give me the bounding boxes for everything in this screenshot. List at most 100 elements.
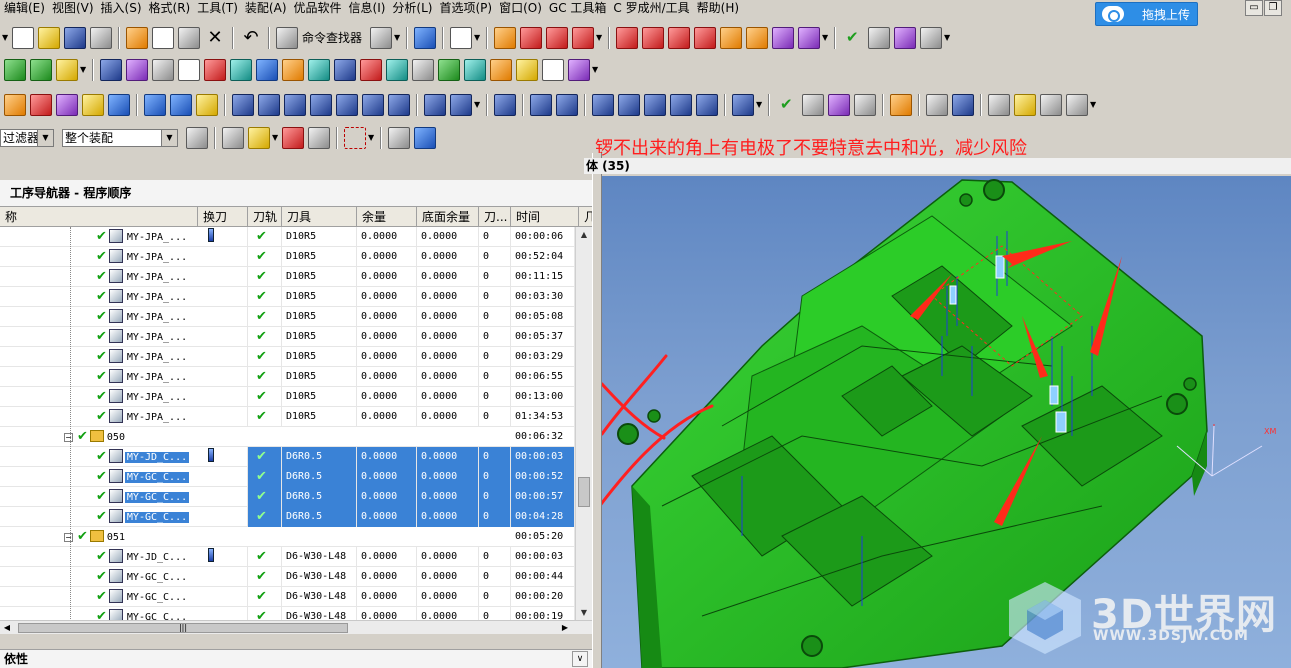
operation-row[interactable]: ✔ MY-JPA_... ✔ D10R5 0.0000 0.0000 0 00:03:29 [0,347,575,367]
verify-path-icon[interactable] [776,94,798,116]
minimize-icon[interactable]: ▭ [1245,0,1263,16]
menu-item-0[interactable]: 编辑(E) [0,0,52,16]
operation-row[interactable]: ✔ MY-JD_C... ✔ D6R0.5 0.0000 0.0000 0 00:00:03 [0,447,575,467]
scroll-up-icon[interactable]: ▲ [576,227,592,243]
chevron-down-icon[interactable]: ▼ [822,27,830,49]
info-tool-icon[interactable] [494,93,516,116]
flag-icon[interactable] [890,93,912,116]
chevron-down-icon[interactable]: ▼ [474,94,482,116]
scroll-left-icon[interactable]: ◀ [0,621,14,635]
drill-icon[interactable] [310,93,332,116]
zlevel-icon[interactable] [258,93,280,116]
vertical-scrollbar[interactable]: ▲ ▼ [575,227,592,620]
operation-row[interactable]: ✔ MY-GC_C... ✔ D6-W30-L48 0.0000 0.0000 0 00:00… [0,587,575,607]
key-icon[interactable] [1014,93,1036,116]
gear-icon[interactable] [732,93,754,116]
planar-mill-icon[interactable] [362,93,384,116]
face-icon[interactable] [490,58,512,81]
mirror-icon[interactable] [542,58,564,81]
program-icon[interactable] [530,93,552,116]
material-icon[interactable] [82,93,104,116]
route-icon[interactable] [370,26,393,49]
post-icon[interactable] [828,93,850,116]
palette-icon[interactable] [56,93,78,116]
generate-icon[interactable] [424,93,446,116]
electrode-icon[interactable] [204,58,226,81]
chevron-down-icon[interactable]: ▼ [944,27,952,49]
chevron-down-icon[interactable]: ∨ [572,651,588,667]
chevron-down-icon[interactable]: ▼ [2,27,10,49]
assembly-filter-select[interactable]: 整个装配 ▼ [62,129,178,147]
feed-icon[interactable] [644,93,666,116]
panel-splitter[interactable] [592,153,602,668]
extend-curve-icon[interactable] [746,26,769,49]
operation-row[interactable]: ✔ MY-JPA_... ✔ D10R5 0.0000 0.0000 0 00:11:15 [0,267,575,287]
tube-icon[interactable] [568,58,590,81]
box-select-icon[interactable] [344,127,366,149]
operation-row[interactable]: ✔ MY-GC_C... ✔ D6-W30-L48 0.0000 0.0000 0 00:00… [0,567,575,587]
command-finder-button[interactable]: 命令查找器 [302,29,362,46]
postprocess-icon[interactable] [894,26,917,49]
operation-row[interactable]: ✔ MY-GC_C... ✔ D6R0.5 0.0000 0.0000 0 00:04:28 [0,507,575,527]
undo-icon[interactable]: ↶ [240,27,262,49]
fixed-axis-icon[interactable] [336,93,358,116]
window-icon[interactable] [144,93,166,116]
shade-icon[interactable] [4,93,26,116]
arc-icon[interactable] [520,26,543,49]
tree-icon[interactable] [868,26,891,49]
cavity-mill-icon[interactable] [232,93,254,116]
view-box-icon[interactable] [388,127,410,149]
col-stock[interactable]: 余量 [357,207,417,227]
box-icon[interactable] [230,58,252,81]
operation-row[interactable]: ✔ MY-JD_C... ✔ D6-W30-L48 0.0000 0.0000 0 00:00… [0,547,575,567]
block-icon[interactable] [126,58,148,81]
chevron-down-icon[interactable]: ▼ [80,59,88,81]
chevron-down-icon[interactable]: ▼ [394,27,402,49]
square-icon[interactable] [334,58,356,81]
method-icon[interactable] [618,93,640,116]
sketch-curve-icon[interactable] [494,26,517,49]
speed-icon[interactable] [696,93,718,116]
shell-icon[interactable] [412,58,434,81]
table-icon[interactable] [178,58,200,81]
sphere-icon[interactable] [516,58,538,81]
verify-icon[interactable] [842,27,864,49]
shop-doc-icon[interactable] [920,26,943,49]
datum-icon[interactable] [100,58,122,81]
menu-item-1[interactable]: 视图(V) [52,0,101,16]
menu-item-11[interactable]: GC 工具箱 [549,0,614,16]
bridge-curve-icon[interactable] [572,26,595,49]
horizontal-scrollbar[interactable]: ◀ ||| ▶ [0,620,592,634]
scroll-thumb[interactable] [578,477,590,507]
menu-item-9[interactable]: 首选项(P) [439,0,499,16]
extrude-icon[interactable] [4,58,26,81]
menu-item-10[interactable]: 窗口(O) [499,0,549,16]
cylinder-icon[interactable] [282,58,304,81]
slash-icon[interactable] [170,93,192,116]
col-name[interactable]: 称 [0,207,198,227]
program-group-row[interactable]: − ✔ 051 00:05:20 [0,527,575,547]
operation-row[interactable]: ✔ MY-JPA_... ✔ D10R5 0.0000 0.0000 0 01:34:53 [0,407,575,427]
prism-icon[interactable] [464,58,486,81]
shop-icon[interactable] [854,93,876,116]
sweep-icon[interactable] [56,58,78,81]
arc-tool-icon[interactable] [642,26,665,49]
binoculars-icon[interactable] [276,26,298,49]
operation-row[interactable]: ✔ MY-JPA_... ✔ D10R5 0.0000 0.0000 0 00:05:08 [0,307,575,327]
crosshair-icon[interactable] [282,127,304,149]
operation-row[interactable]: ✔ MY-GC_C... ✔ D6-W30-L48 0.0000 0.0000 0 00:00… [0,607,575,620]
scroll-down-icon[interactable]: ▼ [576,605,592,620]
chevron-down-icon[interactable]: ▼ [592,59,600,81]
list-icon[interactable] [802,93,824,116]
info-icon[interactable] [450,26,473,49]
menu-item-4[interactable]: 工具(T) [197,0,245,16]
tool-icon[interactable] [556,93,578,116]
menu-item-13[interactable]: 帮助(H) [697,0,746,16]
copy-icon[interactable] [152,26,174,49]
chevron-down-icon[interactable]: ▼ [474,27,482,49]
select-multiple-icon[interactable] [308,127,330,149]
hscroll-thumb[interactable]: ||| [18,623,348,633]
menu-item-6[interactable]: 优品软件 [294,0,349,16]
snap-point-icon[interactable] [248,127,270,149]
delete-icon[interactable]: ✕ [204,27,226,49]
